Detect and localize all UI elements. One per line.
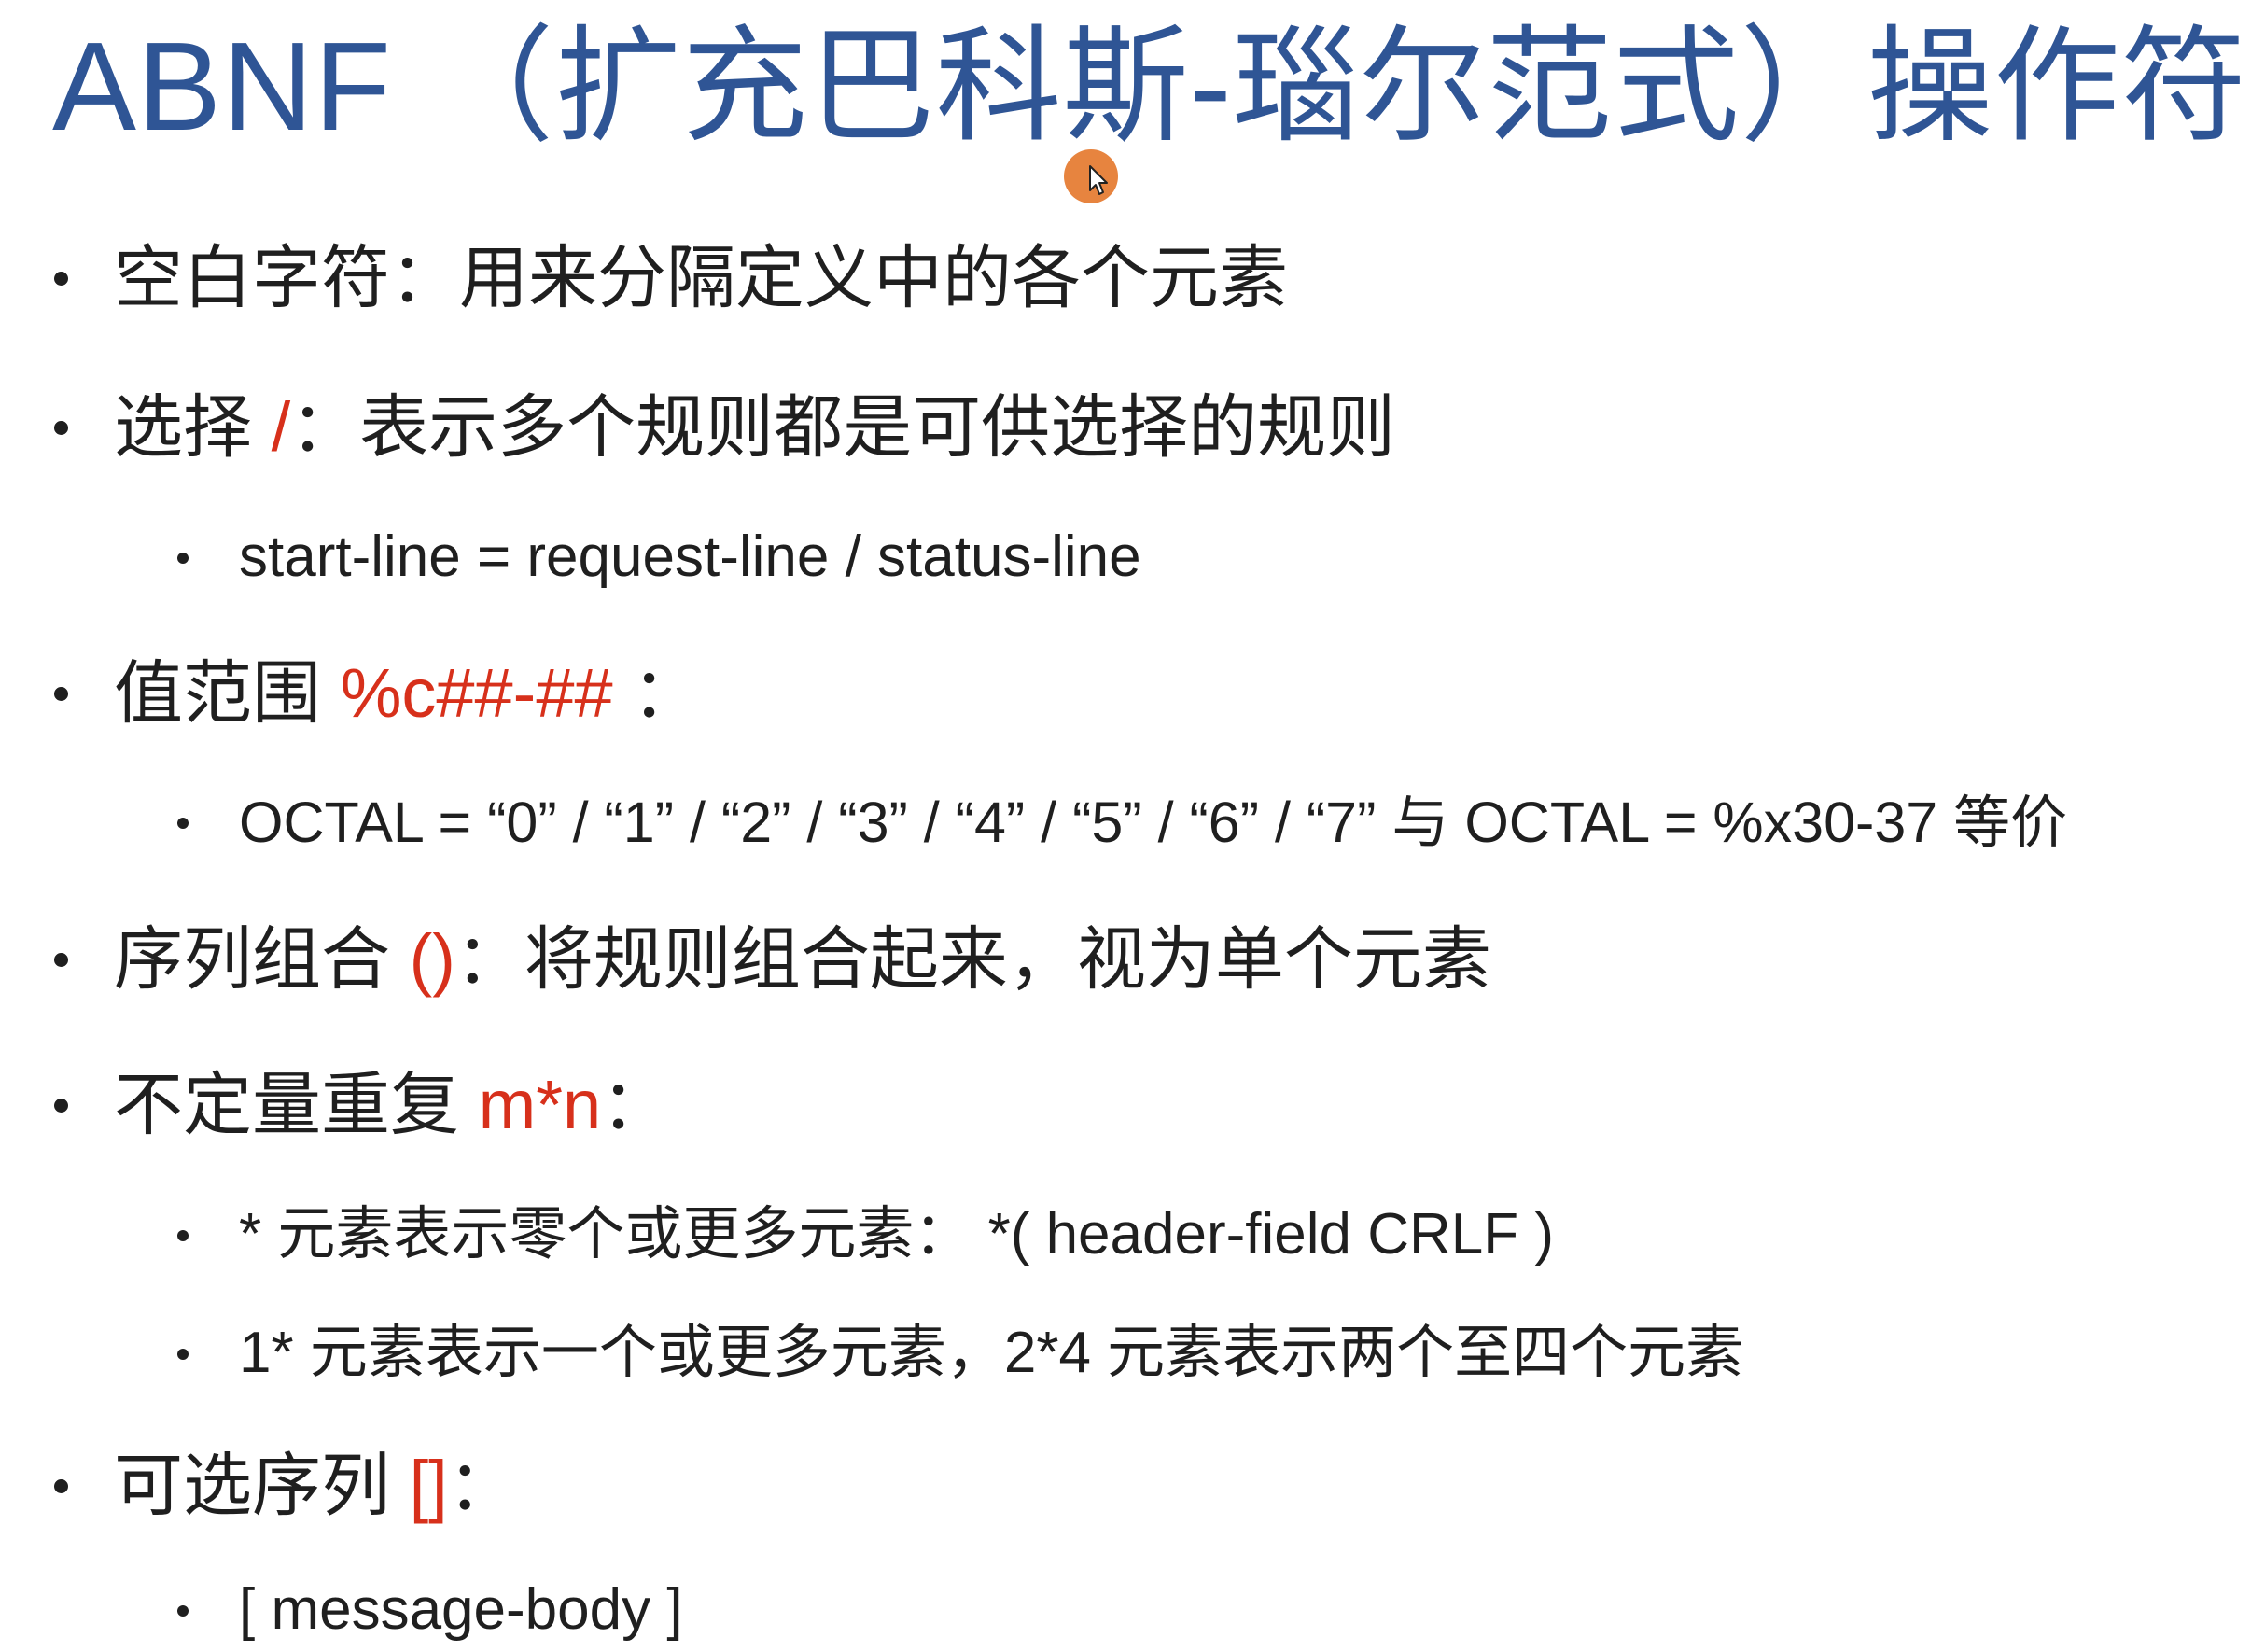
slide: ABNF （扩充巴科斯-瑙尔范式）操作符 空白字符：用来分隔定义中的各个元素 选… <box>0 0 2251 1645</box>
item-label: 值范围 <box>114 654 341 732</box>
list-item-whitespace: 空白字符：用来分隔定义中的各个元素 <box>54 231 1288 325</box>
item-description: 用来分隔定义中的各个元素 <box>459 239 1288 316</box>
item-colon: ： <box>447 1447 517 1524</box>
bullet <box>177 1349 189 1360</box>
bullet <box>177 818 189 829</box>
operator-symbol: / <box>271 388 291 466</box>
item-colon: ： <box>390 239 459 316</box>
list-item-sequence-group: 序列组合 ()：将规则组合起来，视为单个元素 <box>54 913 1491 1006</box>
item-label: 可选序列 <box>114 1447 410 1524</box>
list-item-variable-repetition: 不定量重复 m*n： <box>54 1058 670 1152</box>
item-description: 将规则组合起来，视为单个元素 <box>524 920 1491 998</box>
operator-symbol: () <box>409 920 455 998</box>
list-item-value-range: 值范围 %c##-## ： <box>54 647 701 740</box>
bullet <box>54 953 68 967</box>
example-text: [ message-body ] <box>239 1577 683 1642</box>
slide-title: ABNF （扩充巴科斯-瑙尔范式）操作符 <box>52 16 2248 157</box>
bullet <box>54 1099 68 1113</box>
mouse-pointer-icon <box>1089 165 1108 195</box>
bullet <box>177 1230 189 1241</box>
item-colon: ： <box>290 388 360 466</box>
example-text: * 元素表示零个或更多元素： *( header-field CRLF ) <box>239 1202 1555 1267</box>
sub-list-item-zero-or-more: * 元素表示零个或更多元素： *( header-field CRLF ) <box>177 1193 1554 1277</box>
operator-symbol: m*n <box>478 1066 602 1143</box>
operator-symbol: [] <box>409 1447 448 1524</box>
item-label: 序列组合 <box>114 920 410 998</box>
item-colon: ： <box>601 1066 671 1143</box>
sub-list-item-octal-example: OCTAL = “0” / “1” / “2” / “3” / “4” / “5… <box>177 780 2067 864</box>
item-colon: ： <box>612 654 702 732</box>
item-description: 表示多个规则都是可供选择的规则 <box>359 388 1396 466</box>
bullet <box>54 1479 68 1493</box>
list-item-alternation: 选择 /：表示多个规则都是可供选择的规则 <box>54 381 1395 474</box>
item-label: 不定量重复 <box>114 1066 479 1143</box>
item-label: 选择 <box>114 388 272 466</box>
sub-list-item-optional-example: [ message-body ] <box>177 1568 683 1652</box>
list-item-optional-sequence: 可选序列 []： <box>54 1439 517 1533</box>
sub-list-item-one-or-more: 1* 元素表示一个或更多元素，2*4 元素表示两个至四个元素 <box>177 1311 1743 1395</box>
bullet <box>177 553 189 564</box>
operator-symbol: %c##-## <box>340 654 613 732</box>
example-text: OCTAL = “0” / “1” / “2” / “3” / “4” / “5… <box>239 791 2068 854</box>
bullet <box>177 1605 189 1617</box>
bullet <box>54 687 68 701</box>
bullet <box>54 272 68 286</box>
item-label: 空白字符 <box>114 239 390 316</box>
example-text: 1* 元素表示一个或更多元素，2*4 元素表示两个至四个元素 <box>239 1321 1744 1385</box>
sub-list-item-alternation-example: start-line = request-line / status-line <box>177 515 1141 599</box>
item-colon: ： <box>454 920 524 998</box>
example-text: start-line = request-line / status-line <box>239 525 1141 589</box>
bullet <box>54 421 68 435</box>
